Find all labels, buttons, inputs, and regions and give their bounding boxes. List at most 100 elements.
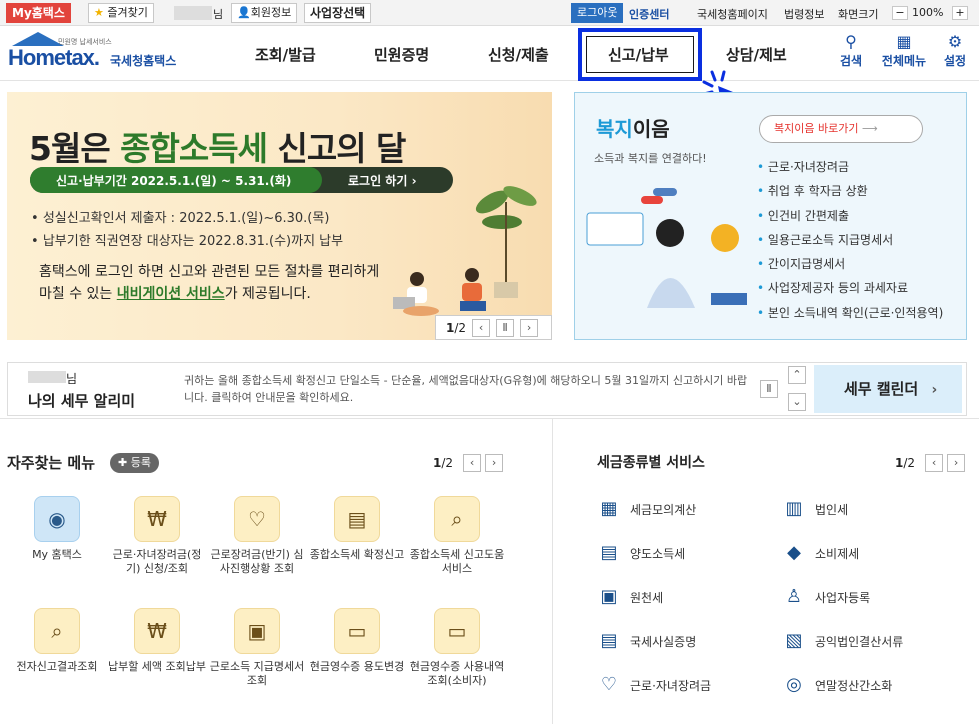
plus-icon: ✚ [118,456,128,469]
taxservice-item[interactable]: ◎ 연말정산간소화 [783,674,892,696]
business-select-button[interactable]: 사업장선택 [304,3,372,23]
search-icon: ⚲ [845,32,857,51]
building-icon: ▥ [785,498,803,519]
taxservice-item[interactable]: ♙ 사업자등록 [783,586,870,608]
welfare-list: • 근로·자녀장려금 • 취업 후 학자금 상환 • 인건비 간편제출 • 일용… [757,155,943,325]
menu-report[interactable]: 신고/납부 [608,44,669,65]
taxservice-item[interactable]: ♡ 근로·자녀장려금 [598,674,711,696]
favorite-item[interactable]: ◉ My 홈택스 [7,496,107,562]
notice-up-button[interactable]: ⌃ [788,366,806,384]
favorite-item[interactable]: ▤ 종합소득세 확정신고 [307,496,407,562]
notice-pause-button[interactable]: Ⅱ [760,380,778,398]
favorite-label: 근로장려금(반기) 심사진행상황 조회 [210,548,304,575]
logo-sub-text: 국세청홈택스 [110,54,177,68]
taxservices-next-button[interactable]: › [947,454,966,472]
favorite-item[interactable]: ₩ 납부할 세액 조회납부 [107,608,207,674]
taxservice-item[interactable]: ▦ 세금모의계산 [598,498,696,520]
username-mask [174,6,212,20]
notice-user-suffix: 님 [66,372,78,386]
favorite-item[interactable]: ⌕ 종합소득세 신고도움 서비스 [407,496,507,576]
banner-pause-button[interactable]: Ⅱ [496,318,515,337]
tax-notice-bar: 님 나의 세무 알리미 귀하는 올해 종합소득세 확정신고 단일소득 - 단순율… [7,362,967,416]
taxservice-label: 원천세 [630,590,664,605]
section-divider [0,418,979,419]
favorite-item[interactable]: ♡ 근로장려금(반기) 심사진행상황 조회 [207,496,307,576]
taxservice-item[interactable]: ◆ 소비제세 [783,542,859,564]
user-icon: ◉ [34,496,80,542]
favorites-pager: 1/2 ‹ › [433,454,504,472]
banner-login-button[interactable]: 로그인 하기 › [348,172,417,189]
member-info-button[interactable]: 👤회원정보 [231,3,298,23]
welfare-item[interactable]: • 사업장제공자 등의 과세자료 [757,276,943,300]
receipt-search-icon: ▭ [434,608,480,654]
menu-consult[interactable]: 상담/제보 [726,44,787,65]
taxservice-item[interactable]: ▧ 공익법인결산서류 [783,630,903,652]
favorite-item[interactable]: ₩ 근로·자녀장려금(정기) 신청/조회 [107,496,207,576]
search-button[interactable]: ⚲ 검색 [831,32,871,69]
taxservices-prev-button[interactable]: ‹ [925,454,944,472]
nts-page-link[interactable]: 국세청홈페이지 [697,6,768,22]
favorite-label: 전자신고결과조회 [16,660,98,673]
favorites-page-total: /2 [441,456,454,470]
favorite-item[interactable]: ⌕ 전자신고결과조회 [7,608,107,674]
taxservice-item[interactable]: ▥ 법인세 [783,498,848,520]
tax-calendar-button[interactable]: 세무 캘린더 › [814,365,962,413]
notice-down-button[interactable]: ⌄ [788,393,806,411]
taxservice-label: 공익법인결산서류 [815,634,904,649]
taxservices-pager: 1/2 ‹ › [895,454,966,472]
taxservice-item[interactable]: ▤ 국세사실증명 [598,630,696,652]
settings-button[interactable]: ⚙ 설정 [935,32,975,69]
taxservice-label: 세금모의계산 [630,502,697,517]
zoom-in-button[interactable]: + [952,6,968,20]
myhometax-button[interactable]: My홈택스 [6,3,71,23]
favorites-prev-button[interactable]: ‹ [463,454,482,472]
welfare-item[interactable]: • 간이지급명세서 [757,252,943,276]
banner-period-bar: 신고·납부기간 2022.5.1.(일) ~ 5.31.(화) 로그인 하기 › [30,167,453,193]
all-menu-button[interactable]: ▦ 전체메뉴 [874,32,934,69]
heart-hand-icon: ♡ [600,674,618,695]
law-info-link[interactable]: 법령정보 [784,6,824,22]
notice-message[interactable]: 귀하는 올해 종합소득세 확정신고 단일소득 - 단순율, 세액없음대상자(G유… [184,372,750,406]
banner-next-button[interactable]: › [520,318,539,337]
welfare-item[interactable]: • 근로·자녀장려금 [757,155,943,179]
menu-report-highlight[interactable]: 신고/납부 [578,28,702,81]
clipboard-icon: ▧ [785,630,803,651]
zoom-out-button[interactable]: − [892,6,908,20]
taxservices-page-current: 1 [895,456,904,470]
menu-certificate[interactable]: 민원증명 [374,44,429,65]
cert-center-link[interactable]: 인증센터 [629,6,669,22]
welfare-item[interactable]: • 취업 후 학자금 상환 [757,179,943,203]
favorite-item[interactable]: ▣ 근로소득 지급명세서 조회 [207,608,307,688]
taxservices-title: 세금종류별 서비스 [597,455,705,471]
transfer-doc-icon: ▤ [600,542,618,563]
favorites-next-button[interactable]: › [485,454,504,472]
taxservice-label: 국세사실증명 [630,634,697,649]
main-banner[interactable]: 5월은 종합소득세 신고의 달 신고·납부기간 2022.5.1.(일) ~ 5… [7,92,552,340]
menu-application[interactable]: 신청/제출 [488,44,549,65]
won-hand-icon: ◎ [786,674,802,695]
taxservice-item[interactable]: ▣ 원천세 [598,586,663,608]
logout-button[interactable]: 로그아웃 [571,3,624,23]
menu-inquiry[interactable]: 조회/발급 [255,44,316,65]
favorite-item[interactable]: ▭ 현금영수증 용도변경 [307,608,407,674]
welfare-item[interactable]: • 본인 소득내역 확인(근로·인적용역) [757,301,943,325]
taxservices-page-total: /2 [903,456,916,470]
welfare-title: 복지이음 [596,117,670,141]
favorites-button[interactable]: ★ 즐겨찾기 [88,3,154,23]
banner-title: 5월은 종합소득세 신고의 달 [29,129,406,168]
welfare-item[interactable]: • 인건비 간편제출 [757,204,943,228]
favorites-title: 자주찾는 메뉴 [7,454,96,472]
welfare-goto-button[interactable]: 복지이음 바로가기 ⟶ [759,115,923,143]
taxservice-item[interactable]: ▤ 양도소득세 [598,542,685,564]
favorite-item[interactable]: ▭ 현금영수증 사용내역조회(소비자) [407,608,507,688]
welfare-item[interactable]: • 일용근로소득 지급명세서 [757,228,943,252]
hometax-logo[interactable]: 민원명 납세서비스 Hometax. 국세청홈택스 [6,30,196,76]
navigation-service-link[interactable]: 내비게이션 서비스 [117,286,225,302]
favorite-label: 납부할 세액 조회납부 [107,660,207,673]
certificate-icon: ▤ [600,630,618,651]
favorite-label: 근로·자녀장려금(정기) 신청/조회 [112,548,202,575]
notice-username-mask [28,371,66,383]
money-bag-icon: ₩ [134,496,180,542]
banner-prev-button[interactable]: ‹ [472,318,491,337]
favorites-register-button[interactable]: ✚ 등록 [110,453,159,473]
